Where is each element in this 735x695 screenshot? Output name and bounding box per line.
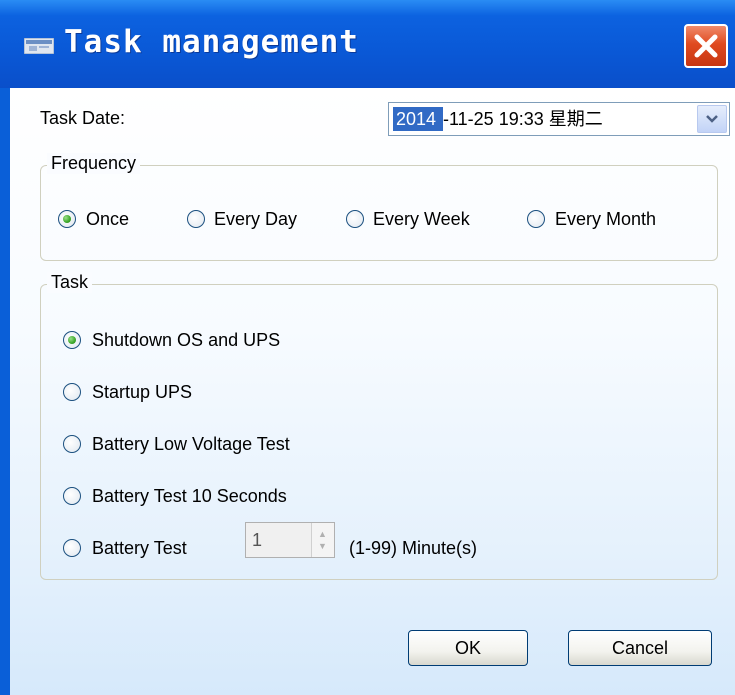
task-management-dialog: Task management Task Date: 2014 -11-25 1… xyxy=(0,0,735,695)
stepper-buttons[interactable]: ▲ ▼ xyxy=(311,523,334,557)
app-window-icon xyxy=(24,38,54,54)
title-bar[interactable]: Task management xyxy=(0,0,735,88)
close-button[interactable] xyxy=(684,24,728,68)
every-day-label[interactable]: Every Day xyxy=(214,209,297,230)
window-title: Task management xyxy=(64,24,359,60)
close-icon xyxy=(694,34,718,58)
battery-test-10-seconds-radio[interactable] xyxy=(63,487,81,505)
startup-ups-label[interactable]: Startup UPS xyxy=(92,382,192,403)
every-day-radio[interactable] xyxy=(187,210,205,228)
battery-test-10-seconds-label[interactable]: Battery Test 10 Seconds xyxy=(92,486,287,507)
shutdown-os-ups-radio[interactable] xyxy=(63,331,81,349)
task-date-label: Task Date: xyxy=(40,108,126,128)
battery-low-voltage-test-radio[interactable] xyxy=(63,435,81,453)
task-group: Task Shutdown OS and UPS Startup UPS Bat… xyxy=(40,272,718,580)
minutes-range-hint: (1-99) Minute(s) xyxy=(349,538,478,558)
task-legend: Task xyxy=(47,272,93,293)
stepper-up-icon[interactable]: ▲ xyxy=(318,530,327,539)
frequency-legend: Frequency xyxy=(47,153,141,174)
minutes-value[interactable]: 1 xyxy=(252,523,262,557)
stepper-down-icon[interactable]: ▼ xyxy=(318,542,327,551)
date-year-selected[interactable]: 2014 xyxy=(393,107,443,131)
startup-ups-radio[interactable] xyxy=(63,383,81,401)
shutdown-os-ups-label[interactable]: Shutdown OS and UPS xyxy=(92,330,280,351)
dialog-body: Task Date: 2014 -11-25 19:33 星期二 Frequen… xyxy=(10,88,735,695)
every-week-radio[interactable] xyxy=(346,210,364,228)
ok-button[interactable]: OK xyxy=(408,630,528,666)
cancel-button[interactable]: Cancel xyxy=(568,630,712,666)
frequency-group: Frequency Once Every Day Every Week Ever… xyxy=(40,153,718,261)
every-week-label[interactable]: Every Week xyxy=(373,209,470,230)
battery-test-minutes-stepper[interactable]: 1 ▲ ▼ xyxy=(245,522,335,558)
once-radio[interactable] xyxy=(58,210,76,228)
battery-low-voltage-test-label[interactable]: Battery Low Voltage Test xyxy=(92,434,290,455)
every-month-radio[interactable] xyxy=(527,210,545,228)
chevron-down-icon xyxy=(706,115,718,123)
battery-test-radio[interactable] xyxy=(63,539,81,557)
date-remaining-text[interactable]: -11-25 19:33 星期二 xyxy=(443,107,603,131)
battery-test-label[interactable]: Battery Test xyxy=(92,538,187,559)
once-label[interactable]: Once xyxy=(86,209,129,230)
task-date-picker[interactable]: 2014 -11-25 19:33 星期二 xyxy=(388,102,730,136)
every-month-label[interactable]: Every Month xyxy=(555,209,656,230)
date-dropdown-button[interactable] xyxy=(697,105,727,133)
